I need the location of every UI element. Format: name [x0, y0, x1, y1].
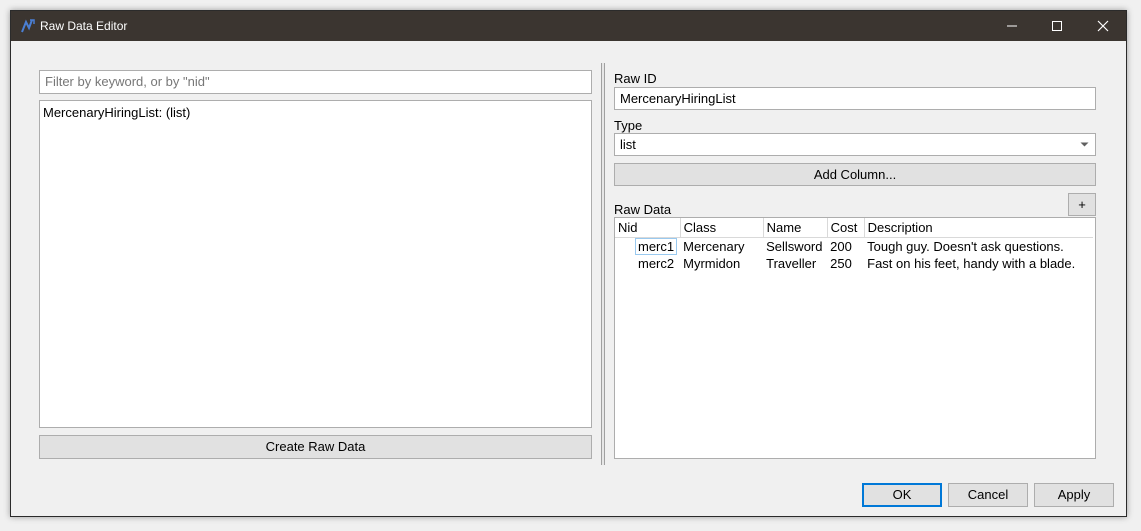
cell-name[interactable]: Sellsword — [763, 238, 827, 256]
raw-data-editor-window: Raw Data Editor Filter by keyword, or by… — [10, 10, 1127, 517]
close-button[interactable] — [1080, 11, 1126, 41]
apply-button[interactable]: Apply — [1034, 483, 1114, 507]
table-row[interactable]: merc1 Mercenary Sellsword 200 Tough guy.… — [615, 238, 1093, 256]
window-title: Raw Data Editor — [40, 19, 128, 33]
ok-button[interactable]: OK — [862, 483, 942, 507]
raw-id-field[interactable]: MercenaryHiringList — [614, 87, 1096, 110]
cell-description[interactable]: Tough guy. Doesn't ask questions. — [864, 238, 1093, 256]
list-item[interactable]: MercenaryHiringList: (list) — [43, 105, 190, 120]
pane-splitter[interactable] — [601, 63, 605, 465]
raw-data-list[interactable]: MercenaryHiringList: (list) — [39, 100, 592, 428]
cell-cost[interactable]: 250 — [827, 255, 864, 272]
cell-nid[interactable]: merc2 — [615, 255, 680, 272]
maximize-button[interactable] — [1034, 11, 1080, 41]
cell-class[interactable]: Mercenary — [680, 238, 763, 256]
column-header-nid[interactable]: Nid — [615, 218, 681, 238]
add-row-button[interactable]: + — [1068, 193, 1096, 216]
type-select-value: list — [620, 137, 636, 152]
app-icon — [21, 19, 35, 33]
column-header-cost[interactable]: Cost — [827, 218, 865, 238]
minimize-icon — [1007, 25, 1017, 27]
title-bar: Raw Data Editor — [11, 11, 1126, 41]
add-column-button[interactable]: Add Column... — [614, 163, 1096, 186]
type-select[interactable]: list — [614, 133, 1096, 156]
close-icon — [1097, 20, 1109, 32]
cell-nid[interactable]: merc1 — [615, 238, 680, 255]
type-label: Type — [614, 118, 643, 133]
column-header-name[interactable]: Name — [763, 218, 828, 238]
cell-nid-text: merc1 — [635, 238, 678, 255]
raw-data-table[interactable]: Nid Class Name Cost Description merc1 Me… — [614, 217, 1096, 459]
cell-name[interactable]: Traveller — [763, 255, 827, 272]
cell-cost[interactable]: 200 — [827, 238, 864, 256]
cancel-button[interactable]: Cancel — [948, 483, 1028, 507]
cell-class[interactable]: Myrmidon — [680, 255, 763, 272]
chevron-down-icon — [1080, 142, 1089, 147]
minimize-button[interactable] — [989, 11, 1035, 41]
column-header-class[interactable]: Class — [680, 218, 764, 238]
table-row[interactable]: merc2 Myrmidon Traveller 250 Fast on his… — [615, 255, 1093, 272]
table-header-row: Nid Class Name Cost Description — [615, 218, 1093, 238]
raw-id-label: Raw ID — [614, 71, 657, 86]
raw-data-label: Raw Data — [614, 202, 672, 217]
filter-input[interactable]: Filter by keyword, or by "nid" — [39, 70, 592, 94]
maximize-icon — [1052, 21, 1062, 31]
create-raw-data-button[interactable]: Create Raw Data — [39, 435, 592, 459]
column-header-description[interactable]: Description — [864, 218, 1093, 238]
cell-description[interactable]: Fast on his feet, handy with a blade. — [864, 255, 1093, 272]
